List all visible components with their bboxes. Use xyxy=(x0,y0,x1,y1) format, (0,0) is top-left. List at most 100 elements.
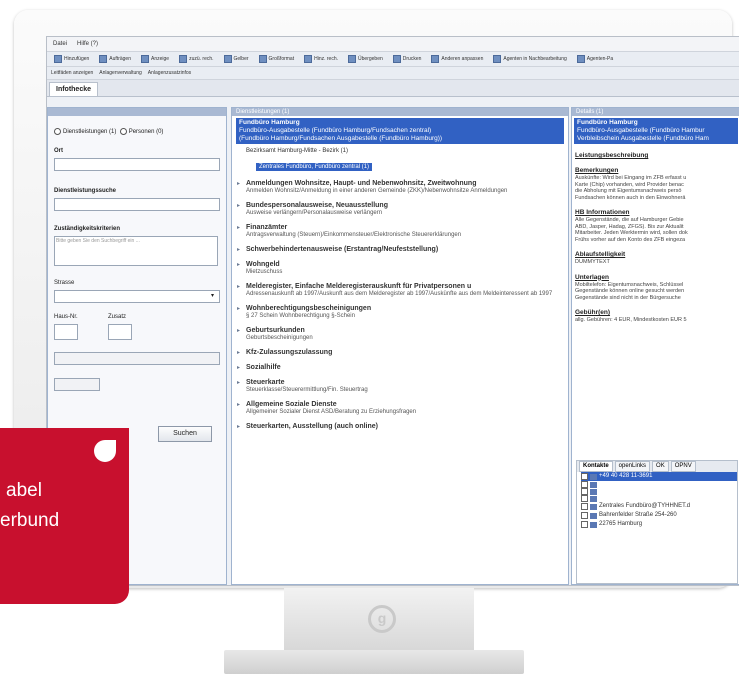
expand-icon[interactable]: ▸ xyxy=(237,423,240,430)
expand-icon[interactable]: ▸ xyxy=(237,283,240,290)
list-item[interactable]: ▸ Melderegister, Einfache Melderegisterau… xyxy=(232,282,568,298)
extra-field-small[interactable] xyxy=(54,378,100,391)
toolbar-button[interactable]: Großformat xyxy=(256,53,298,66)
tab-opnv[interactable]: OPNV xyxy=(670,461,696,472)
expand-icon[interactable]: ▸ xyxy=(237,224,240,231)
list-item[interactable]: ▸ Steuerkarte Steuerklasse/Steuerermittlun… xyxy=(232,378,568,394)
contact-checkbox[interactable] xyxy=(581,495,588,502)
details-header: Details (1) xyxy=(572,108,739,116)
list-item[interactable]: ▸ Kfz-Zulassungszulassung xyxy=(232,348,568,357)
tab-kontakte[interactable]: Kontakte xyxy=(579,461,613,472)
results-list: Fundbüro Hamburg Fundbüro-Ausgabestelle … xyxy=(232,116,568,584)
toolbar-button-label: Übergeben xyxy=(358,56,383,62)
toolbar-button[interactable]: Drucken xyxy=(390,53,425,66)
list-item[interactable]: ▸ Schwerbehindertenausweise (Erstantrag/N… xyxy=(232,245,568,254)
radio-dienstleistungen[interactable] xyxy=(54,128,61,135)
strasse-select[interactable] xyxy=(54,290,220,303)
ort-input[interactable] xyxy=(54,158,220,171)
contact-checkbox[interactable] xyxy=(581,521,588,528)
list-item[interactable]: ▸ Wohngeld Mietzuschuss xyxy=(232,260,568,276)
list-item[interactable]: ▸ Bundespersonalausweise, Neuausstellung A… xyxy=(232,201,568,217)
sub-row-selected[interactable]: Zentrales Fundbüro, Fundbüro zentral (1) xyxy=(256,163,373,171)
list-item[interactable]: ▸ Finanzämter Antragsverwaltung (Steuern)/… xyxy=(232,223,568,239)
list-item[interactable]: ▸ Steuerkarten, Ausstellung (auch online) xyxy=(232,422,568,431)
selected-result[interactable]: Fundbüro Hamburg Fundbüro-Ausgabestelle … xyxy=(236,118,564,144)
contact-row[interactable]: Bahrenfelder Straße 254-260 xyxy=(581,511,737,520)
toolbar-button[interactable]: zuzü. rech. xyxy=(176,53,216,66)
expand-icon[interactable]: ▸ xyxy=(237,202,240,209)
list-item[interactable]: ▸ Allgemeine Soziale Dienste Allgemeiner S… xyxy=(232,400,568,416)
expand-icon[interactable]: ▸ xyxy=(237,261,240,268)
contact-checkbox[interactable] xyxy=(581,481,588,488)
toolbar2-item[interactable]: Leitfäden anzeigen xyxy=(51,70,93,76)
expand-icon[interactable]: ▸ xyxy=(237,349,240,356)
toolbar-button[interactable]: Anzeige xyxy=(138,53,172,66)
contact-checkbox[interactable] xyxy=(581,512,588,519)
toolbar-button[interactable]: Anderen anpassen xyxy=(428,53,486,66)
contact-row[interactable] xyxy=(581,488,737,495)
contact-row[interactable]: 22765 Hamburg xyxy=(581,520,737,529)
selected-result-line: Fundbüro-Ausgabestelle (Fundbüro Hamburg… xyxy=(239,127,432,134)
results-header: Dienstleistungen (1) xyxy=(232,108,568,116)
expand-icon[interactable]: ▸ xyxy=(237,327,240,334)
tab-openlinks[interactable]: openLinks xyxy=(614,461,651,472)
list-item[interactable]: ▸ Sozialhilfe xyxy=(232,363,568,372)
contact-row[interactable] xyxy=(581,481,737,488)
search-button[interactable]: Suchen xyxy=(158,426,212,442)
sub-row-bezirk[interactable]: Bezirksamt Hamburg-Mitte - Bezirk (1) xyxy=(232,147,568,155)
zusatz-input[interactable] xyxy=(108,324,132,340)
toolbar-button[interactable]: Hinzufügen xyxy=(51,53,92,66)
dienst-input[interactable] xyxy=(54,198,220,211)
list-item-title: Melderegister, Einfache Melderegisteraus… xyxy=(246,283,472,290)
list-item-desc: Adressenauskunft ab 1997/Auskunft aus de… xyxy=(246,291,553,297)
toolbar-button[interactable]: Übergeben xyxy=(345,53,386,66)
list-item-desc: Geburtsbescheinigungen xyxy=(246,335,313,341)
extra-field[interactable] xyxy=(54,352,220,365)
contact-row[interactable]: +49 40 428 11-3691 xyxy=(581,472,737,481)
toolbar2-item[interactable]: Anlagenzusatzinfos xyxy=(148,70,191,76)
contact-icon xyxy=(590,481,597,488)
list-item[interactable]: ▸ Geburtsurkunden Geburtsbescheinigungen xyxy=(232,326,568,342)
menu-help[interactable]: Hilfe (?) xyxy=(77,41,98,47)
contact-checkbox[interactable] xyxy=(581,473,588,480)
expand-icon[interactable]: ▸ xyxy=(237,246,240,253)
toolbar-button-label: Großformat xyxy=(268,56,295,62)
toolbar-button-icon xyxy=(392,55,401,63)
toolbar2-item[interactable]: Anlagenverwaltung xyxy=(99,70,142,76)
contact-text: Zentrales Fundbüro@TYHHNET.d xyxy=(599,503,691,509)
expand-icon[interactable]: ▸ xyxy=(237,180,240,187)
list-item-title: Geburtsurkunden xyxy=(246,327,305,334)
expand-icon[interactable]: ▸ xyxy=(237,401,240,408)
radio-personen[interactable] xyxy=(119,128,127,135)
details-section-text: allg. Gebühren: 4 EUR, Mindestkosten EUR… xyxy=(575,317,687,323)
expand-icon[interactable]: ▸ xyxy=(237,379,240,386)
menu-file[interactable]: Datei xyxy=(53,41,67,47)
chevron-down-icon[interactable]: ▾ xyxy=(211,292,214,299)
expand-icon[interactable]: ▸ xyxy=(237,305,240,312)
list-item[interactable]: ▸ Wohnberechtigungsbescheinigungen § 27 Sc… xyxy=(232,304,568,320)
toolbar-button[interactable]: Gelber xyxy=(221,53,252,66)
tab-ok[interactable]: OK xyxy=(652,461,669,472)
tab-infothecke[interactable]: Infothecke xyxy=(49,82,99,96)
promo-banner: abel erbund xyxy=(0,428,129,604)
list-item-title: Steuerkarten, Ausstellung (auch online) xyxy=(246,423,378,430)
contacts-tabs: Kontakte openLinks OK OPNV xyxy=(577,461,737,472)
toolbar-button[interactable]: Aufträgen xyxy=(96,53,134,66)
list-item[interactable]: ▸ Anmeldungen Wohnsitze, Haupt- und Neben… xyxy=(232,179,568,195)
contact-row[interactable] xyxy=(581,495,737,502)
expand-icon[interactable]: ▸ xyxy=(237,364,240,371)
toolbar-button-icon xyxy=(140,55,149,63)
contact-checkbox[interactable] xyxy=(581,503,588,510)
toolbar-button[interactable]: Agenten-Pa xyxy=(574,53,616,66)
contact-row[interactable]: Zentrales Fundbüro@TYHHNET.d xyxy=(581,502,737,511)
hausnr-input[interactable] xyxy=(54,324,78,340)
contacts-list: +49 40 428 11-3691 Zentrales Fundbüro@TYH… xyxy=(577,472,737,529)
list-item-title: Allgemeine Soziale Dienste xyxy=(246,401,337,408)
contact-text: 22765 Hamburg xyxy=(599,521,643,527)
details-section-text: Fundsachen können auch in den Einwohnerä xyxy=(575,194,686,201)
toolbar-button[interactable]: Agenten in Nachbearbeitung xyxy=(490,53,569,66)
contact-checkbox[interactable] xyxy=(581,488,588,495)
radio-label: Dienstleistungen (1) xyxy=(63,129,117,136)
zust-input[interactable]: Bitte geben Sie den Suchbegriff ein ... xyxy=(54,236,218,266)
toolbar-button[interactable]: Hinz. rech. xyxy=(301,53,341,66)
